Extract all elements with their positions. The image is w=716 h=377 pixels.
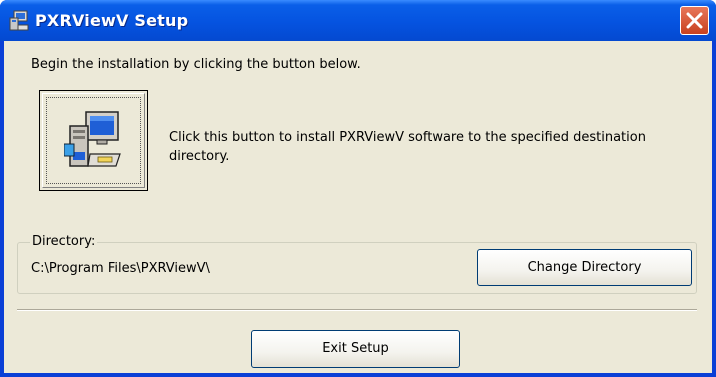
directory-path: C:\Program Files\PXRViewV\ [31, 261, 210, 276]
install-description: Click this button to install PXRViewV so… [169, 130, 646, 164]
close-icon [686, 12, 703, 29]
title-bar[interactable]: PXRViewV Setup [0, 0, 716, 41]
exit-setup-button[interactable]: Exit Setup [251, 330, 460, 368]
instruction-text: Begin the installation by clicking the b… [31, 57, 361, 72]
close-button[interactable] [680, 6, 709, 35]
install-button[interactable] [39, 90, 148, 191]
install-computer-icon [64, 111, 121, 167]
change-directory-button[interactable]: Change Directory [477, 249, 692, 286]
setup-computer-icon [9, 10, 29, 31]
directory-label: Directory: [30, 234, 98, 249]
separator [17, 309, 697, 311]
window-title: PXRViewV Setup [35, 11, 189, 30]
